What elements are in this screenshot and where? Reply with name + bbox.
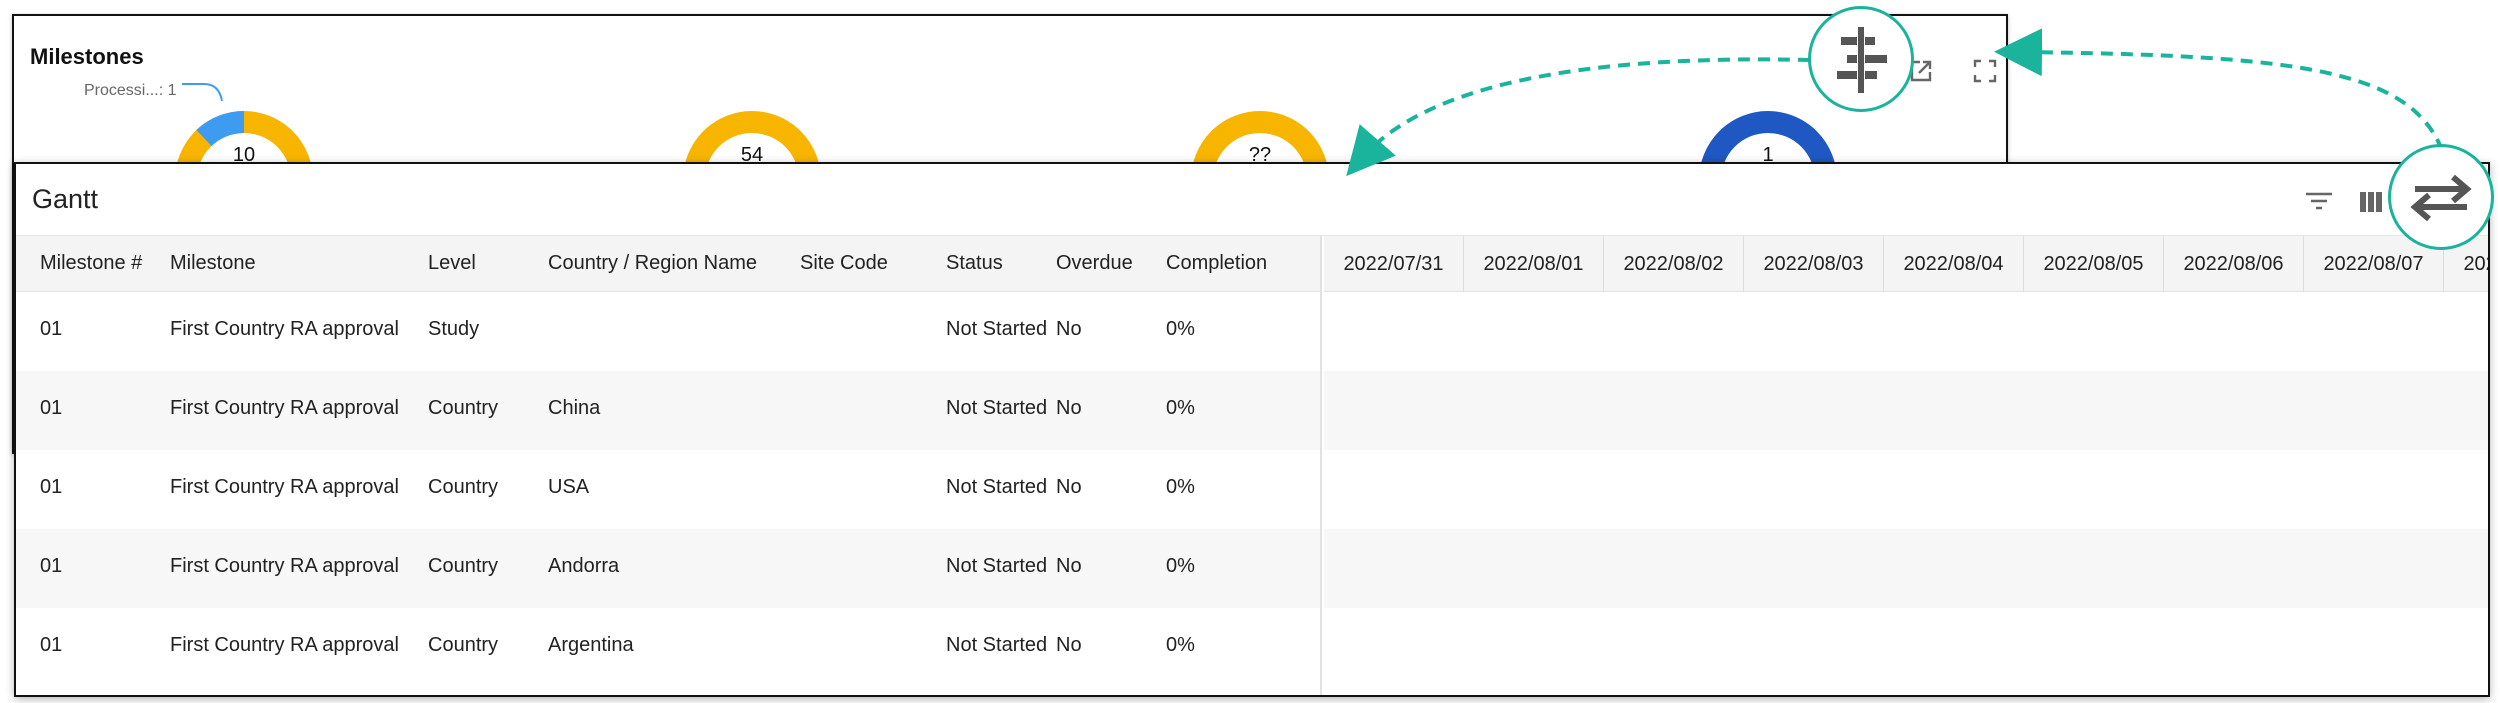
cell-level: Country	[428, 476, 499, 498]
columns-icon[interactable]	[2358, 188, 2384, 216]
column-header-milestone-number[interactable]: Milestone #	[16, 252, 162, 275]
timeline-date: 2022/08/02	[1604, 236, 1744, 292]
cell-overdue: No	[1056, 318, 1082, 340]
table-row[interactable]: 01 First Country RA approval Country Chi…	[16, 371, 1320, 450]
column-header-completion[interactable]: Completion	[1158, 252, 1318, 275]
cell-milestone-number: 01	[40, 397, 63, 419]
cell-overdue: No	[1056, 634, 1082, 656]
table-row[interactable]: 01 First Country RA approval Country And…	[16, 529, 1320, 608]
cell-status: Not Started	[946, 555, 1048, 577]
gantt-timeline[interactable]: 2022/07/31 2022/08/01 2022/08/02 2022/08…	[1324, 236, 2488, 695]
table-header: Milestone # Milestone Level Country / Re…	[16, 236, 1320, 292]
cell-status: Not Started	[946, 318, 1048, 340]
cell-site-code	[790, 371, 936, 450]
cell-completion: 0%	[1166, 634, 1195, 656]
timeline-row	[1324, 529, 2488, 608]
table-row[interactable]: 01 First Country RA approval Study Not S…	[16, 292, 1320, 371]
timeline-row	[1324, 450, 2488, 529]
column-header-overdue[interactable]: Overdue	[1048, 252, 1158, 275]
cell-completion: 0%	[1166, 476, 1195, 498]
cell-completion: 0%	[1166, 397, 1195, 419]
cell-level: Country	[428, 397, 499, 419]
cell-country: China	[548, 397, 601, 419]
cell-site-code	[790, 529, 936, 608]
cell-site-code	[790, 292, 936, 371]
gantt-header: Gantt	[16, 164, 2488, 236]
cell-overdue: No	[1056, 555, 1082, 577]
swap-icon[interactable]	[2388, 144, 2494, 250]
cell-level: Country	[428, 634, 499, 656]
cell-level: Country	[428, 555, 499, 577]
table-row[interactable]: 01 First Country RA approval Country Arg…	[16, 608, 1320, 687]
cell-milestone-number: 01	[40, 634, 63, 656]
cell-country: Andorra	[548, 555, 620, 577]
cell-overdue: No	[1056, 397, 1082, 419]
column-header-site-code[interactable]: Site Code	[790, 252, 936, 275]
cell-site-code	[790, 608, 936, 687]
cell-country	[538, 292, 790, 371]
timeline-date: 2022/08/01	[1464, 236, 1604, 292]
cell-milestone: First Country RA approval	[170, 397, 399, 419]
cell-site-code	[790, 450, 936, 529]
column-header-status[interactable]: Status	[936, 252, 1048, 275]
table-row[interactable]: 01 First Country RA approval Country USA…	[16, 450, 1320, 529]
timeline-date: 2022/08/03	[1744, 236, 1884, 292]
column-header-level[interactable]: Level	[420, 252, 538, 275]
cell-level: Study	[428, 318, 480, 340]
column-header-country[interactable]: Country / Region Name	[538, 252, 790, 275]
gantt-chart-icon[interactable]	[1808, 6, 1914, 112]
cell-milestone: First Country RA approval	[170, 634, 399, 656]
timeline-row	[1324, 292, 2488, 371]
cell-status: Not Started	[946, 634, 1048, 656]
gantt-table: Milestone # Milestone Level Country / Re…	[16, 236, 1322, 695]
timeline-row	[1324, 371, 2488, 450]
timeline-date: 2022/08/04	[1884, 236, 2024, 292]
cell-milestone: First Country RA approval	[170, 555, 399, 577]
timeline-header: 2022/07/31 2022/08/01 2022/08/02 2022/08…	[1324, 236, 2488, 292]
gantt-grid: Milestone # Milestone Level Country / Re…	[16, 236, 2488, 695]
cell-milestone-number: 01	[40, 476, 63, 498]
cell-overdue: No	[1056, 476, 1082, 498]
cell-completion: 0%	[1166, 318, 1195, 340]
timeline-date: 2022/08/05	[2024, 236, 2164, 292]
timeline-row	[1324, 608, 2488, 687]
cell-milestone: First Country RA approval	[170, 476, 399, 498]
cell-milestone: First Country RA approval	[170, 318, 399, 340]
donut-callout: Processi...: 1	[84, 82, 177, 99]
timeline-date: 2022/07/31	[1324, 236, 1464, 292]
column-header-milestone[interactable]: Milestone	[162, 252, 420, 275]
gantt-card: Gantt Milestone # Milestone Level Countr…	[14, 162, 2490, 697]
cell-status: Not Started	[946, 397, 1048, 419]
timeline-date: 2022/08/06	[2164, 236, 2304, 292]
filter-icon[interactable]	[2302, 186, 2336, 216]
cell-status: Not Started	[946, 476, 1048, 498]
gantt-title: Gantt	[32, 184, 99, 214]
cell-country: Argentina	[548, 634, 634, 656]
fullscreen-icon[interactable]	[1970, 56, 2000, 86]
cell-milestone-number: 01	[40, 555, 63, 577]
cell-country: USA	[548, 476, 590, 498]
cell-completion: 0%	[1166, 555, 1195, 577]
cell-milestone-number: 01	[40, 318, 63, 340]
